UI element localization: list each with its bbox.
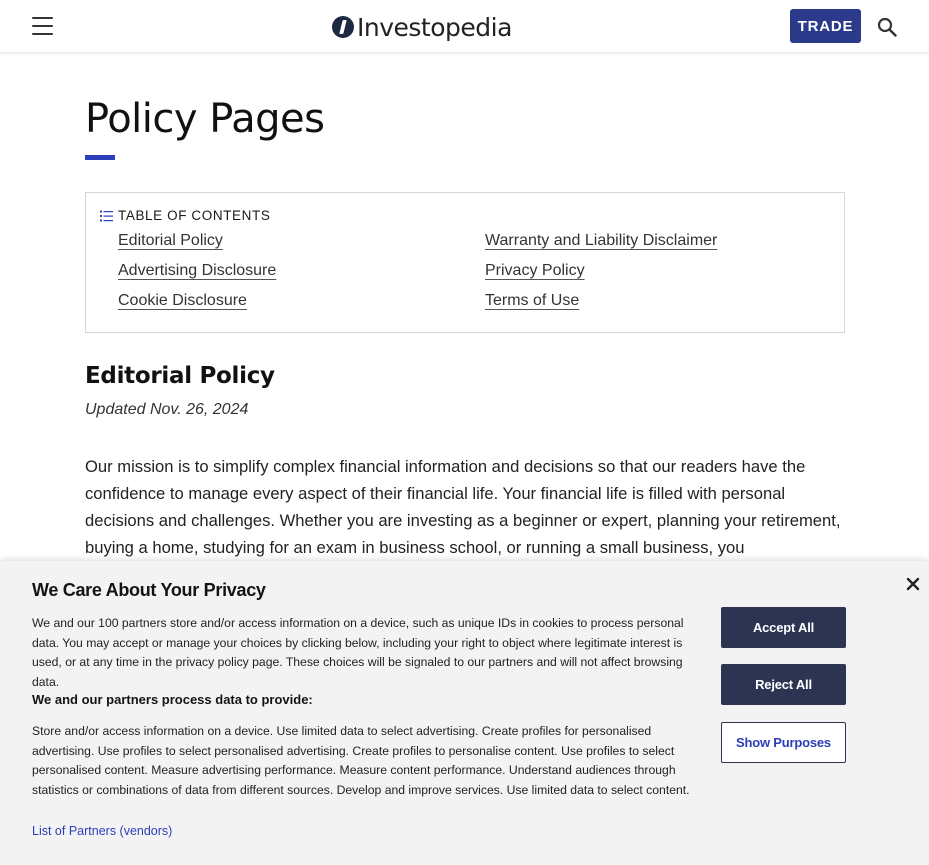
accept-all-button[interactable]: Accept All	[721, 607, 846, 648]
privacy-consent-dialog: We Care About Your Privacy We and our 10…	[0, 561, 929, 865]
consent-subheading: We and our partners process data to prov…	[32, 692, 313, 707]
page-title: Policy Pages	[85, 96, 325, 142]
trade-button[interactable]: TRADE	[790, 9, 861, 43]
site-header: Investopedia TRADE	[0, 0, 929, 52]
mission-paragraph: Our mission is to simplify complex finan…	[85, 457, 841, 557]
consent-purposes: Store and/or access information on a dev…	[32, 724, 690, 797]
list-icon	[100, 210, 113, 221]
toc-heading-label: TABLE OF CONTENTS	[118, 208, 271, 223]
toc-heading: TABLE OF CONTENTS	[100, 208, 270, 223]
toc-link-warranty-disclaimer[interactable]: Warranty and Liability Disclaimer	[485, 232, 717, 250]
search-icon[interactable]	[877, 17, 897, 37]
updated-date: Updated Nov. 26, 2024	[85, 401, 249, 418]
toc-link-terms-of-use[interactable]: Terms of Use	[485, 292, 579, 310]
show-purposes-button[interactable]: Show Purposes	[721, 722, 846, 763]
section-title: Editorial Policy	[85, 363, 275, 389]
table-of-contents: TABLE OF CONTENTS Editorial Policy Adver…	[85, 192, 845, 333]
logo-text: Investopedia	[357, 12, 512, 42]
toc-link-editorial-policy[interactable]: Editorial Policy	[118, 232, 223, 250]
partners-list-link[interactable]: List of Partners (vendors)	[32, 824, 172, 838]
logo-mark-icon	[332, 16, 354, 38]
consent-intro: We and our 100 partners store and/or acc…	[32, 616, 684, 689]
toc-link-advertising-disclosure[interactable]: Advertising Disclosure	[118, 262, 276, 280]
consent-title: We Care About Your Privacy	[32, 580, 266, 600]
toc-link-cookie-disclosure[interactable]: Cookie Disclosure	[118, 292, 247, 310]
toc-link-privacy-policy[interactable]: Privacy Policy	[485, 262, 585, 280]
reject-all-button[interactable]: Reject All	[721, 664, 846, 705]
menu-icon[interactable]	[32, 17, 53, 35]
site-logo[interactable]: Investopedia	[332, 12, 512, 42]
close-icon[interactable]	[905, 576, 921, 592]
title-accent-bar	[85, 155, 115, 160]
